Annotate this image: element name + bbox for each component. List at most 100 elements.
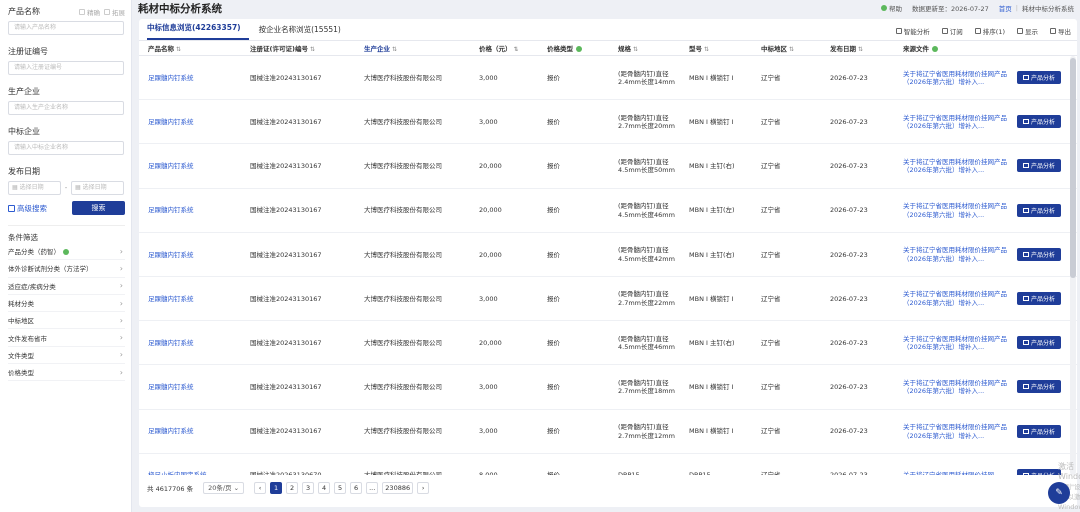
page-button[interactable]: 3 (302, 482, 315, 494)
vertical-scrollbar[interactable] (1070, 56, 1076, 475)
expand-checkbox[interactable]: 拓展 (104, 7, 125, 17)
page-size-select[interactable]: 20条/页 ⌄ (203, 482, 245, 494)
page-button[interactable]: ... (366, 482, 379, 494)
cell-name[interactable]: 足踝髓内钉系统 (148, 321, 243, 365)
cell-source[interactable]: 关于将辽宁省医用耗材限价挂网产品（2026年第六批）增补入... (903, 144, 1015, 188)
product-analysis-button[interactable]: 产品分析 (1017, 71, 1061, 84)
condition-item[interactable]: 耗材分类 › (8, 295, 125, 313)
tab-1[interactable]: 按企业名称浏览(15551) (259, 24, 349, 40)
page-button[interactable]: 230886 (382, 482, 414, 494)
page-button[interactable]: 6 (350, 482, 363, 494)
sort-icon[interactable]: ⇅ (633, 46, 638, 53)
breadcrumb-home[interactable]: 首页 (999, 3, 1012, 13)
display-button[interactable]: 显示 (1017, 26, 1038, 36)
date-start-input[interactable]: ▦ 选择日期 (8, 181, 61, 195)
condition-item[interactable]: 文件发布省市 › (8, 329, 125, 347)
table-row[interactable]: 桡尺小板内固定系统国械注准20263130670大博医疗科技股份有限公司8,00… (139, 454, 1077, 475)
cell-source[interactable]: 关于将辽宁省医用耗材限价挂网产品（2026年第六批）增补入... (903, 277, 1015, 321)
table-row[interactable]: 足踝髓内钉系统 国械注准20243130167 大博医疗科技股份有限公司 3,000 报… (139, 277, 1077, 322)
product-analysis-button[interactable]: 产品分析 (1017, 159, 1061, 173)
column-header[interactable]: 发布日期 ⇅ (830, 42, 863, 56)
product-analysis-button[interactable]: 产品分析 (1017, 203, 1061, 217)
product-analysis-button[interactable]: 产品分析 (1017, 468, 1061, 475)
product-analysis-button[interactable]: 产品分析 (1017, 424, 1061, 438)
cell-source[interactable]: 关于将辽宁省医用耗材限价挂网产品（2026年第六批）增补入... (903, 56, 1015, 100)
sort-icon[interactable]: ⇅ (176, 46, 181, 53)
table-row[interactable]: 足踝髓内钉系统 国械注准20243130167 大博医疗科技股份有限公司 3,000 报… (139, 410, 1077, 454)
table-row[interactable]: 足踝髓内钉系统 国械注准20243130167 大博医疗科技股份有限公司 20,000… (139, 321, 1077, 366)
cell-source[interactable]: 关于将辽宁省医用耗材限价挂网产品（2026年第六批）增补入... (903, 233, 1015, 277)
column-header[interactable]: 中标地区 ⇅ (761, 42, 794, 56)
column-header[interactable]: 注册证(许可证)编号 ⇅ (250, 42, 315, 56)
table-row[interactable]: 足踝髓内钉系统 国械注准20243130167 大博医疗科技股份有限公司 20,000… (139, 189, 1077, 233)
condition-item[interactable]: 产品分类（药智） › (8, 243, 125, 261)
product-analysis-button[interactable]: 产品分析 (1017, 247, 1061, 261)
manufacturer-input[interactable]: 请输入生产企业名称 (8, 101, 124, 115)
column-header[interactable]: 生产企业 ⇅ (364, 42, 397, 56)
sort-icon[interactable]: ⇅ (392, 46, 397, 53)
advanced-search-link[interactable]: 高级搜索 (8, 203, 47, 214)
cell-name[interactable]: 足踝髓内钉系统 (148, 365, 243, 409)
cell-source[interactable]: 关于将辽宁省医用耗材限价挂网产品（2026年第六批）增补入... (903, 410, 1015, 454)
table-row[interactable]: 足踝髓内钉系统 国械注准20243130167 大博医疗科技股份有限公司 20,000… (139, 233, 1077, 277)
reg-no-input[interactable]: 请输入注册证编号 (8, 61, 124, 75)
sort-icon[interactable]: ⇅ (514, 46, 519, 53)
cell-name[interactable]: 足踝髓内钉系统 (148, 410, 243, 454)
cell-name[interactable]: 足踝髓内钉系统 (148, 144, 243, 188)
column-header[interactable]: 型号 ⇅ (689, 42, 709, 56)
cell-source[interactable]: 关于将辽宁省医用耗材限价挂网产品（2026年第六批）增补入... (903, 321, 1015, 365)
product-name-input[interactable]: 请输入产品名称 (8, 21, 124, 35)
cell-name[interactable]: 足踝髓内钉系统 (148, 100, 243, 144)
product-analysis-button[interactable]: 产品分析 (1017, 336, 1061, 350)
export-button[interactable]: 导出 (1050, 26, 1071, 36)
sort-button[interactable]: 排序(1) (974, 26, 1005, 36)
condition-item[interactable]: 体外诊断试剂分类（方法学） › (8, 260, 125, 278)
table-row[interactable]: 足踝髓内钉系统 国械注准20243130167 大博医疗科技股份有限公司 3,000 报… (139, 56, 1077, 101)
column-header[interactable]: 来源文件 (903, 42, 938, 56)
product-analysis-button[interactable]: 产品分析 (1017, 115, 1061, 129)
scroll-thumb[interactable] (1070, 58, 1076, 278)
column-header[interactable]: 规格 ⇅ (618, 42, 638, 56)
page-button[interactable]: 2 (286, 482, 299, 494)
condition-item[interactable]: 价格类型 › (8, 364, 125, 382)
sort-icon[interactable]: ⇅ (704, 46, 709, 53)
cell-name[interactable]: 桡尺小板内固定系统 (148, 454, 243, 475)
winner-input[interactable]: 请输入中标企业名称 (8, 141, 124, 155)
prev-page-button[interactable]: ‹ (254, 482, 267, 494)
column-header[interactable]: 价格类型 (547, 42, 582, 56)
next-page-button[interactable]: › (417, 482, 430, 494)
condition-item[interactable]: 适应症/疾病分类 › (8, 278, 125, 295)
page-button[interactable]: 1 (270, 482, 283, 494)
sort-icon[interactable]: ⇅ (858, 46, 863, 53)
cell-source[interactable]: 关于将辽宁省医用耗材限价挂网... (903, 454, 1015, 475)
cell-source[interactable]: 关于将辽宁省医用耗材限价挂网产品（2026年第六批）增补入... (903, 100, 1015, 144)
search-button[interactable]: 搜索 (72, 201, 125, 215)
smart-analysis-button[interactable]: 智能分析 (895, 26, 930, 36)
tab-0[interactable]: 中标信息浏览(42263357) (147, 22, 249, 40)
cell-source[interactable]: 关于将辽宁省医用耗材限价挂网产品（2026年第六批）增补入... (903, 189, 1015, 233)
feedback-float-button[interactable]: ✎ (1048, 482, 1070, 504)
cell-name[interactable]: 足踝髓内钉系统 (148, 233, 243, 277)
condition-item[interactable]: 文件类型 › (8, 347, 125, 365)
table-body: 足踝髓内钉系统 国械注准20243130167 大博医疗科技股份有限公司 3,000 报… (139, 56, 1077, 475)
date-end-input[interactable]: ▦ 选择日期 (71, 181, 124, 195)
column-header[interactable]: 产品名称 ⇅ (148, 42, 181, 56)
table-row[interactable]: 足踝髓内钉系统 国械注准20243130167 大博医疗科技股份有限公司 3,000 报… (139, 365, 1077, 410)
exact-checkbox[interactable]: 精确 (79, 7, 100, 17)
cell-name[interactable]: 足踝髓内钉系统 (148, 56, 243, 100)
column-header[interactable]: 价格（元） ⇅ (479, 42, 519, 56)
sort-icon[interactable]: ⇅ (789, 46, 794, 53)
cell-source[interactable]: 关于将辽宁省医用耗材限价挂网产品（2026年第六批）增补入... (903, 365, 1015, 409)
condition-item[interactable]: 中标地区 › (8, 312, 125, 330)
page-button[interactable]: 4 (318, 482, 331, 494)
table-row[interactable]: 足踝髓内钉系统 国械注准20243130167 大博医疗科技股份有限公司 20,000… (139, 144, 1077, 189)
subscribe-button[interactable]: 订阅 (941, 26, 963, 36)
page-button[interactable]: 5 (334, 482, 347, 494)
cell-name[interactable]: 足踝髓内钉系统 (148, 189, 243, 233)
product-analysis-button[interactable]: 产品分析 (1017, 380, 1061, 394)
cell-name[interactable]: 足踝髓内钉系统 (148, 277, 243, 321)
product-analysis-button[interactable]: 产品分析 (1017, 291, 1061, 305)
table-row[interactable]: 足踝髓内钉系统 国械注准20243130167 大博医疗科技股份有限公司 3,000 报… (139, 100, 1077, 145)
help-link[interactable]: 帮助 (889, 3, 902, 13)
sort-icon[interactable]: ⇅ (310, 46, 315, 53)
